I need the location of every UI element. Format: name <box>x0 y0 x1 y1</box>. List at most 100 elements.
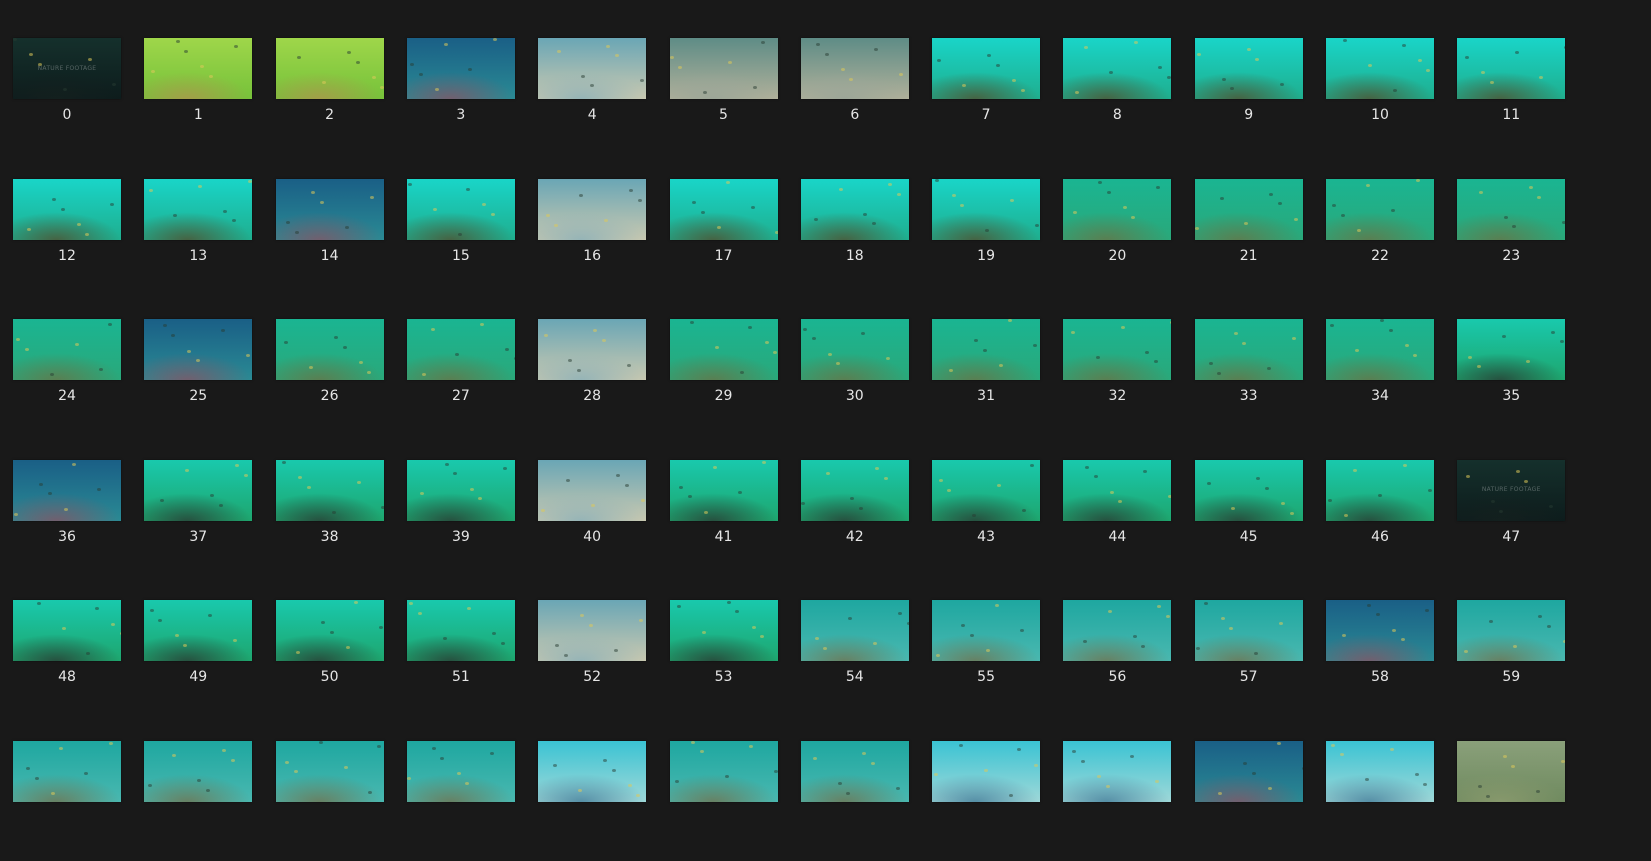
video-thumbnail[interactable] <box>1194 38 1303 99</box>
video-thumbnail[interactable] <box>144 740 253 802</box>
file-item[interactable]: 53 <box>669 600 808 720</box>
file-item[interactable]: 39 <box>406 459 545 580</box>
video-thumbnail[interactable] <box>406 600 515 661</box>
file-item[interactable]: 33 <box>1194 319 1333 439</box>
video-thumbnail[interactable] <box>800 459 909 521</box>
video-thumbnail[interactable] <box>13 600 121 661</box>
video-thumbnail[interactable] <box>1326 740 1434 802</box>
video-thumbnail[interactable] <box>144 38 253 99</box>
video-thumbnail[interactable] <box>275 38 384 99</box>
video-thumbnail[interactable] <box>406 178 515 240</box>
file-item[interactable]: 49 <box>144 600 282 720</box>
file-item[interactable]: 26 <box>275 319 414 439</box>
file-item[interactable]: 2 <box>275 38 414 158</box>
file-item[interactable]: 1 <box>144 38 282 158</box>
file-item[interactable]: 11 <box>1457 38 1595 158</box>
file-item[interactable] <box>1326 740 1464 861</box>
video-thumbnail[interactable] <box>932 38 1041 99</box>
file-item[interactable] <box>932 740 1070 861</box>
file-item[interactable]: NATURE FOOTAGE 0 <box>13 38 151 158</box>
file-item[interactable]: 16 <box>538 178 676 299</box>
file-item[interactable]: 32 <box>1063 319 1201 439</box>
file-item[interactable]: 58 <box>1326 600 1464 720</box>
video-thumbnail[interactable] <box>538 459 647 521</box>
video-thumbnail[interactable] <box>669 38 778 99</box>
video-thumbnail[interactable] <box>1457 740 1566 802</box>
file-item[interactable]: 19 <box>932 178 1070 299</box>
file-item[interactable] <box>275 740 414 861</box>
video-thumbnail[interactable] <box>144 459 253 521</box>
video-thumbnail[interactable] <box>669 600 778 661</box>
file-item[interactable]: 50 <box>275 600 414 720</box>
video-thumbnail[interactable] <box>800 600 909 661</box>
video-thumbnail[interactable] <box>1457 319 1566 380</box>
video-thumbnail[interactable] <box>1457 600 1566 661</box>
file-item[interactable]: 44 <box>1063 459 1201 580</box>
file-item[interactable]: 24 <box>13 319 151 439</box>
video-thumbnail[interactable] <box>1194 178 1303 240</box>
video-thumbnail[interactable] <box>932 459 1041 521</box>
file-item[interactable]: 3 <box>406 38 545 158</box>
video-thumbnail[interactable]: NATURE FOOTAGE <box>1457 459 1566 521</box>
file-item[interactable]: 41 <box>669 459 808 580</box>
file-item[interactable]: 31 <box>932 319 1070 439</box>
video-thumbnail[interactable] <box>538 600 647 661</box>
file-item[interactable]: 43 <box>932 459 1070 580</box>
video-thumbnail[interactable] <box>538 319 647 380</box>
file-item[interactable]: 59 <box>1457 600 1595 720</box>
video-thumbnail[interactable] <box>406 740 515 802</box>
file-item[interactable] <box>1194 740 1333 861</box>
file-item[interactable]: 4 <box>538 38 676 158</box>
video-thumbnail[interactable] <box>669 740 778 802</box>
video-thumbnail[interactable] <box>1194 600 1303 661</box>
file-item[interactable]: 23 <box>1457 178 1595 299</box>
file-item[interactable]: 6 <box>800 38 939 158</box>
video-thumbnail[interactable] <box>669 319 778 380</box>
video-thumbnail[interactable] <box>800 178 909 240</box>
file-item[interactable]: 25 <box>144 319 282 439</box>
video-thumbnail[interactable] <box>1194 740 1303 802</box>
video-thumbnail[interactable] <box>1063 600 1172 661</box>
video-thumbnail[interactable] <box>1063 178 1172 240</box>
video-thumbnail[interactable] <box>800 319 909 380</box>
video-thumbnail[interactable] <box>538 740 647 802</box>
file-item[interactable]: 21 <box>1194 178 1333 299</box>
video-thumbnail[interactable] <box>275 740 384 802</box>
file-item[interactable]: 17 <box>669 178 808 299</box>
video-thumbnail[interactable] <box>406 459 515 521</box>
file-item[interactable] <box>800 740 939 861</box>
video-thumbnail[interactable] <box>1063 319 1172 380</box>
video-thumbnail[interactable] <box>1326 319 1434 380</box>
file-item[interactable] <box>13 740 151 861</box>
file-item[interactable]: 37 <box>144 459 282 580</box>
video-thumbnail[interactable] <box>1063 740 1172 802</box>
video-thumbnail[interactable] <box>13 178 121 240</box>
file-item[interactable]: 15 <box>406 178 545 299</box>
file-item[interactable]: 9 <box>1194 38 1333 158</box>
video-thumbnail[interactable] <box>1194 459 1303 521</box>
video-thumbnail[interactable] <box>669 178 778 240</box>
video-thumbnail[interactable] <box>932 600 1041 661</box>
file-item[interactable]: 8 <box>1063 38 1201 158</box>
file-item[interactable]: 46 <box>1326 459 1464 580</box>
file-item[interactable]: 14 <box>275 178 414 299</box>
video-thumbnail[interactable] <box>1457 178 1566 240</box>
file-item[interactable]: 18 <box>800 178 939 299</box>
video-thumbnail[interactable] <box>932 178 1041 240</box>
file-item[interactable]: 45 <box>1194 459 1333 580</box>
video-thumbnail[interactable] <box>144 600 253 661</box>
file-item[interactable] <box>1063 740 1201 861</box>
video-thumbnail[interactable] <box>13 319 121 380</box>
video-thumbnail[interactable] <box>406 319 515 380</box>
file-item[interactable]: 54 <box>800 600 939 720</box>
video-thumbnail[interactable] <box>275 319 384 380</box>
video-thumbnail[interactable] <box>1326 600 1434 661</box>
file-item[interactable]: 7 <box>932 38 1070 158</box>
video-thumbnail[interactable] <box>669 459 778 521</box>
file-item[interactable]: 52 <box>538 600 676 720</box>
video-thumbnail[interactable] <box>538 38 647 99</box>
video-thumbnail[interactable] <box>1457 38 1566 99</box>
file-item[interactable]: 38 <box>275 459 414 580</box>
video-thumbnail[interactable] <box>275 459 384 521</box>
file-item[interactable] <box>406 740 545 861</box>
